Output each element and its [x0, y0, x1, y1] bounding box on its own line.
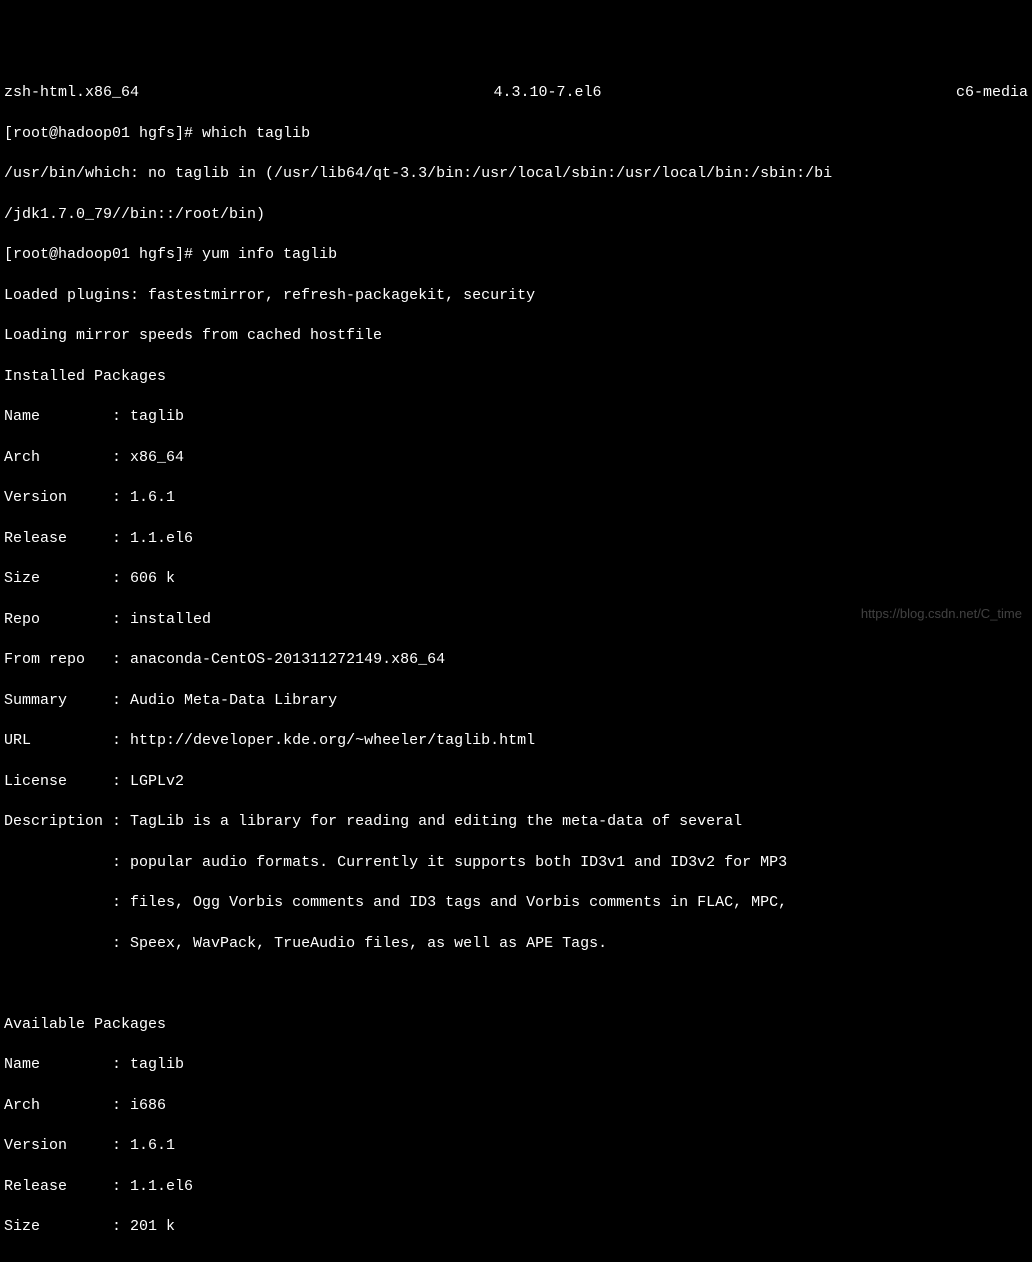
header-left: zsh-html.x86_64: [4, 83, 139, 103]
pkg-description-line2: : popular audio formats. Currently it su…: [4, 853, 1028, 873]
pkg-description-line1: Description : TagLib is a library for re…: [4, 812, 1028, 832]
header-center: 4.3.10-7.el6: [493, 83, 601, 103]
which-output-line2: /jdk1.7.0_79//bin::/root/bin): [4, 205, 1028, 225]
pkg-version-avail: Version : 1.6.1: [4, 1136, 1028, 1156]
package-header-line: zsh-html.x86_64 4.3.10-7.el6 c6-media: [4, 83, 1028, 103]
prompt-line-1[interactable]: [root@hadoop01 hgfs]# which taglib: [4, 124, 1028, 144]
pkg-arch: Arch : x86_64: [4, 448, 1028, 468]
which-output-line1: /usr/bin/which: no taglib in (/usr/lib64…: [4, 164, 1028, 184]
pkg-license: License : LGPLv2: [4, 772, 1028, 792]
pkg-description-line4: : Speex, WavPack, TrueAudio files, as we…: [4, 934, 1028, 954]
blank-line: [4, 974, 1028, 994]
pkg-release-avail: Release : 1.1.el6: [4, 1177, 1028, 1197]
pkg-name: Name : taglib: [4, 407, 1028, 427]
pkg-description-line3: : files, Ogg Vorbis comments and ID3 tag…: [4, 893, 1028, 913]
prompt-line-2[interactable]: [root@hadoop01 hgfs]# yum info taglib: [4, 245, 1028, 265]
available-packages-header: Available Packages: [4, 1015, 1028, 1035]
loaded-plugins: Loaded plugins: fastestmirror, refresh-p…: [4, 286, 1028, 306]
pkg-release: Release : 1.1.el6: [4, 529, 1028, 549]
installed-packages-header: Installed Packages: [4, 367, 1028, 387]
prompt-prefix: [root@hadoop01 hgfs]#: [4, 246, 202, 263]
prompt-prefix: [root@hadoop01 hgfs]#: [4, 125, 202, 142]
pkg-url: URL : http://developer.kde.org/~wheeler/…: [4, 731, 1028, 751]
header-right: c6-media: [956, 83, 1028, 103]
pkg-arch-avail: Arch : i686: [4, 1096, 1028, 1116]
prompt-command: which taglib: [202, 125, 310, 142]
pkg-summary: Summary : Audio Meta-Data Library: [4, 691, 1028, 711]
prompt-command: yum info taglib: [202, 246, 337, 263]
pkg-from-repo: From repo : anaconda-CentOS-201311272149…: [4, 650, 1028, 670]
loading-mirror: Loading mirror speeds from cached hostfi…: [4, 326, 1028, 346]
watermark: https://blog.csdn.net/C_time: [861, 605, 1022, 623]
pkg-size-avail: Size : 201 k: [4, 1217, 1028, 1237]
pkg-size: Size : 606 k: [4, 569, 1028, 589]
pkg-name-avail: Name : taglib: [4, 1055, 1028, 1075]
pkg-version: Version : 1.6.1: [4, 488, 1028, 508]
